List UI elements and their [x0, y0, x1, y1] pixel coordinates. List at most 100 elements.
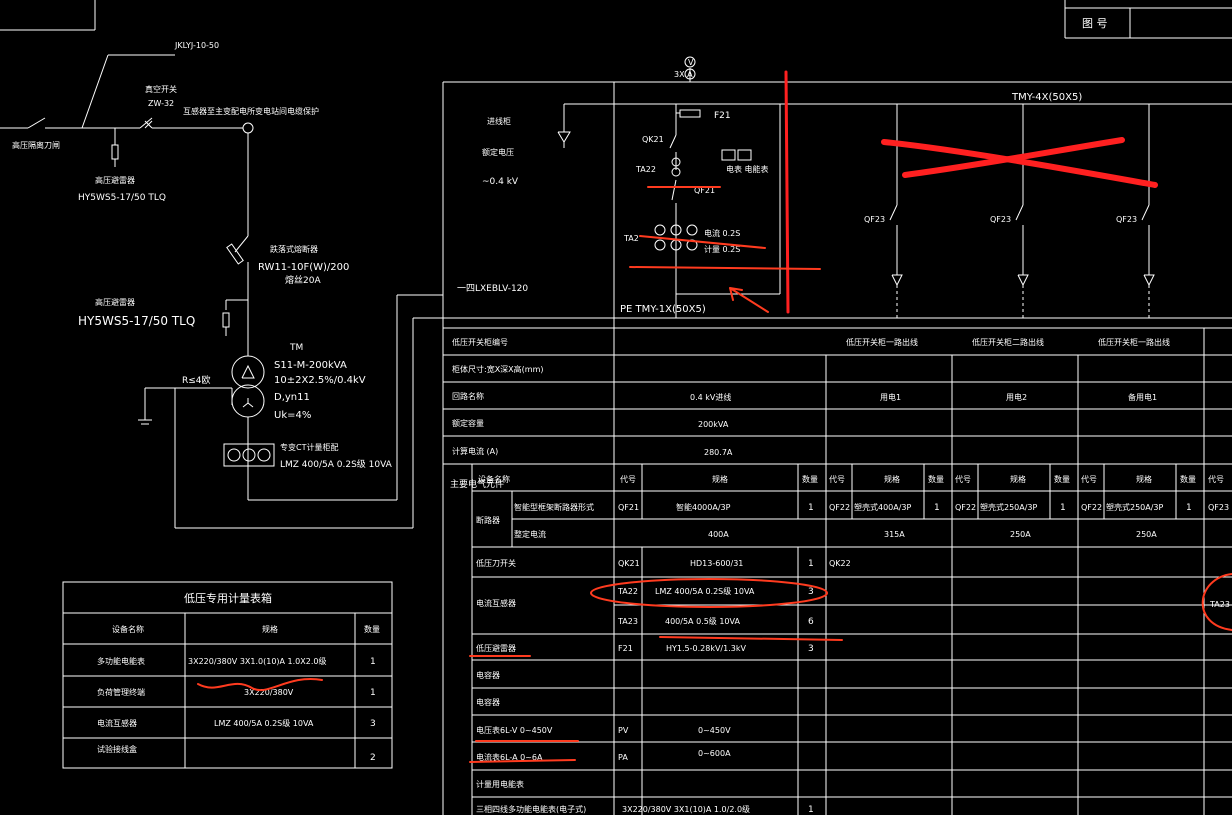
ta23-qty: 6 [808, 617, 814, 627]
qf23-b: QF23 [990, 215, 1011, 224]
qf21-code: QF21 [618, 503, 639, 512]
header-spec: 规格 [712, 474, 728, 484]
cable-label: 一四LXEBLV-120 [457, 284, 528, 294]
header-qty: 数量 [802, 474, 818, 484]
switch-row-spec: HD13-600/31 [690, 559, 743, 568]
arrester-row-spec: HY1.5-0.28kV/1.3kV [666, 644, 746, 653]
row-current-label: 计算电流 (A) [452, 446, 498, 456]
row-circuit-c3: 备用电1 [1128, 392, 1157, 402]
cross-stroke-2 [902, 137, 1125, 178]
row-circuit-c1: 用电1 [880, 392, 901, 402]
qf22c-setting: 250A [1136, 530, 1157, 539]
switch-label: 真空开关 [145, 84, 177, 94]
meter-box-r4-qty: 2 [370, 753, 376, 763]
qk21-label: QK21 [642, 135, 664, 144]
ta2-label: TA2 [623, 234, 639, 243]
hv-wiring [0, 54, 443, 529]
tm-label: TM [289, 343, 303, 353]
switch-row-qty: 1 [808, 559, 814, 569]
qf22c-qty: 1 [1186, 503, 1192, 513]
meter-box-r3-qty: 3 [370, 719, 376, 729]
incoming-panel-l2: 额定电压 [482, 147, 514, 157]
hv-arrester-label: 高压避雷器 [95, 297, 135, 307]
incoming-panel-l3: ~0.4 kV [482, 177, 519, 187]
other-row-label: 计量用电能表 [476, 779, 524, 789]
meter-a: 3X A [674, 70, 693, 79]
qf22a-qty: 1 [934, 503, 940, 513]
voltmeter-row-code: PV [618, 726, 629, 735]
meter-box-h-qty: 数量 [364, 624, 380, 634]
switch-model: ZW-32 [148, 99, 174, 108]
incoming-panel-l1: 进线柜 [487, 116, 511, 126]
breaker-sub2: 整定电流 [514, 529, 546, 539]
underline-bus [629, 266, 821, 270]
qf21-spec: 智能4000A/3P [676, 502, 731, 512]
stamp-label: 图 号 [1082, 17, 1108, 30]
header-code-5: 代号 [1208, 474, 1224, 484]
meter-box-title: 低压专用计量表箱 [184, 591, 272, 605]
underline-ta2 [639, 235, 766, 249]
meter-box-table [62, 581, 393, 769]
meter-note: 电表 电能表 [726, 164, 769, 174]
meter-row-qty: 1 [808, 805, 814, 815]
pe-bus-label: PE TMY-1X(50X5) [620, 304, 706, 315]
qf23-code: QF23 [1208, 503, 1229, 512]
qf22a-setting: 315A [884, 530, 905, 539]
arrester-row-qty: 3 [808, 644, 814, 654]
row-circuit-c2: 用电2 [1006, 392, 1027, 402]
arrester-row-code: F21 [618, 644, 633, 653]
meter-box-r1-name: 多功能电能表 [97, 656, 145, 666]
switch-row-code2: QK22 [829, 559, 851, 568]
fuse-label: 跌落式熔断器 [270, 244, 318, 254]
header-code-3: 代号 [955, 474, 971, 484]
row-cabinet-c2: 低压开关柜二路出线 [972, 337, 1044, 347]
qf23-a: QF23 [864, 215, 885, 224]
arrow-markup [729, 287, 769, 313]
cross-stroke-1 [881, 139, 1158, 188]
header-code: 代号 [620, 474, 636, 484]
ta22-label: TA22 [635, 165, 656, 174]
ta22-code: TA22 [617, 587, 638, 596]
ammeter-row-code: PA [618, 753, 628, 762]
f21-label: F21 [714, 111, 731, 121]
row-cabinet-c3: 低压开关柜一路出线 [1098, 337, 1170, 347]
top-left-frame [0, 0, 96, 31]
header-spec-3: 规格 [1010, 474, 1026, 484]
header-spec-4: 规格 [1136, 474, 1152, 484]
capacitor-row-label: 电容器 [476, 670, 500, 680]
meter-box-r2-qty: 1 [370, 688, 376, 698]
voltmeter-row-spec: 0~450V [698, 726, 731, 735]
row-cabinet-label: 低压开关柜编号 [452, 337, 508, 347]
lv-feeders [889, 104, 1155, 318]
row-current-c0: 280.7A [704, 448, 733, 457]
header-code-2: 代号 [829, 474, 845, 484]
breaker-sub1: 智能型框架断路器形式 [514, 502, 594, 512]
red-markups [197, 70, 1232, 763]
qf22c-code: QF22 [1081, 503, 1102, 512]
meter-row-label: 三相四线多功能电能表(电子式) [476, 804, 586, 814]
switch-row-label: 低压刀开关 [476, 558, 516, 568]
meter-v: V [688, 58, 694, 67]
qf22b-setting: 250A [1010, 530, 1031, 539]
row-dims-label: 柜体尺寸:宽X深X高(mm) [452, 364, 543, 374]
ct-group: 电流互感器 [476, 598, 516, 608]
header-code-4: 代号 [1081, 474, 1097, 484]
header-spec-2: 规格 [884, 474, 900, 484]
underline-ta23 [659, 636, 843, 641]
ct-label: 专变CT计量柜配 [280, 442, 338, 452]
qf22b-spec: 塑壳式250A/3P [980, 502, 1038, 512]
qf22a-code: QF22 [829, 503, 850, 512]
tm-model: S11-M-200kVA [274, 360, 347, 371]
meter-box-r1-spec: 3X220/380V 3X1.0(10)A 1.0X2.0级 [188, 656, 326, 666]
ammeter-row-spec: 0~600A [698, 749, 731, 758]
qf21-setting: 400A [708, 530, 729, 539]
fuse-current: 熔丝20A [285, 274, 321, 286]
ta22-qty: 3 [808, 587, 814, 597]
qf22c-spec: 塑壳式250A/3P [1106, 502, 1164, 512]
row-cabinet-c1: 低压开关柜一路出线 [846, 337, 918, 347]
row-circuit-c0: 0.4 kV进线 [690, 392, 731, 402]
tm-winding-symbols [241, 364, 255, 408]
switch-note: 互感器至主变配电所变电站间电缆保护 [183, 106, 319, 116]
ct-model: LMZ 400/5A 0.2S级 10VA [280, 458, 393, 470]
tm-group: D,yn11 [274, 392, 310, 403]
